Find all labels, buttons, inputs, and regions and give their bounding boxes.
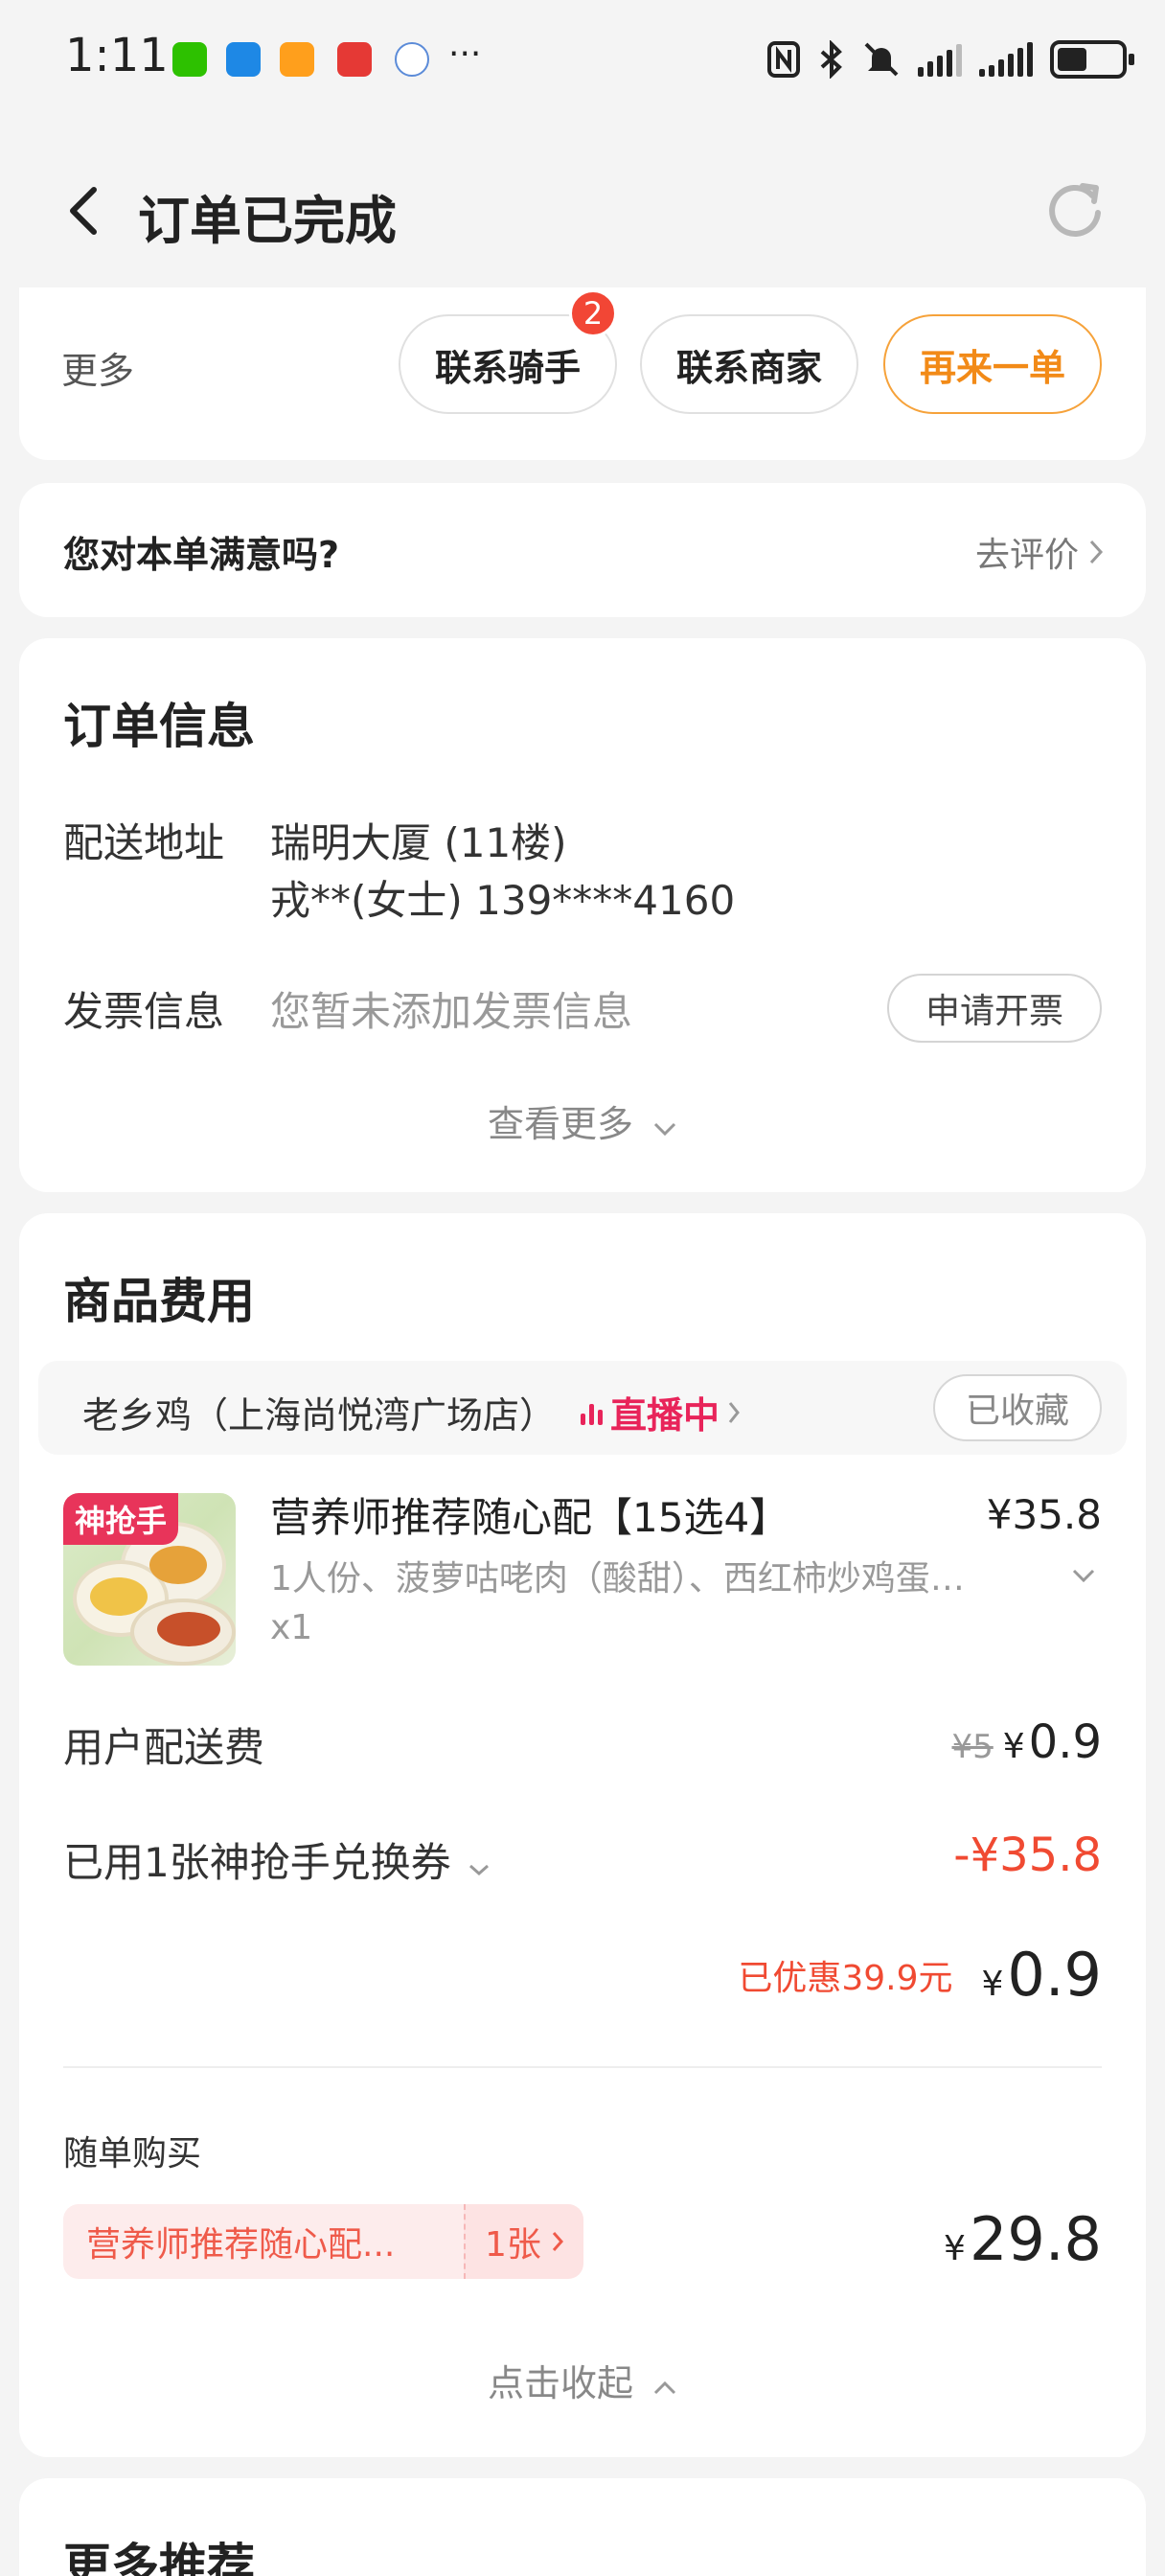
total-row: 已优惠39.9元 ¥0.9 <box>738 1940 1102 2010</box>
system-icons <box>766 36 1134 82</box>
addon-coupon-count: 1张 <box>485 2225 541 2265</box>
recommend-title: 更多推荐 <box>63 2539 255 2576</box>
addon-price-value: ¥29.8 <box>944 2204 1102 2274</box>
product-description: 1人份、菠萝咕咾肉（酸甜）、西红柿炒鸡蛋… <box>270 1559 965 1598</box>
address-line-1: 瑞明大厦 (11楼) <box>270 819 567 866</box>
order-info-card: 订单信息 配送地址 瑞明大厦 (11楼) 戎**(女士) 139****4160… <box>19 638 1146 1192</box>
store-name: 老乡鸡（上海尚悦湾广场店） <box>82 1394 557 1437</box>
chevron-down-icon <box>653 1122 676 1137</box>
currency-symbol: ¥ <box>944 2229 966 2268</box>
more-notifications-icon: ··· <box>448 34 482 74</box>
back-arrow-icon[interactable] <box>59 182 113 240</box>
food-shape <box>157 1612 220 1646</box>
more-label[interactable]: 更多 <box>61 341 134 394</box>
delivery-fee-amount: 0.9 <box>1028 1715 1102 1769</box>
satisfaction-card: 您对本单满意吗? 去评价 <box>19 483 1146 617</box>
invoice-label: 发票信息 <box>63 988 225 1035</box>
favorite-label: 已收藏 <box>965 1392 1069 1431</box>
coupon-label-row[interactable]: 已用1张神抢手兑换券 <box>63 1830 491 1889</box>
contact-merchant-button[interactable]: 联系商家 <box>640 314 858 414</box>
view-more-label: 查看更多 <box>487 1103 633 1145</box>
refresh-icon[interactable] <box>1044 178 1106 240</box>
order-info-title: 订单信息 <box>63 699 255 754</box>
food-shape <box>90 1577 148 1616</box>
bluetooth-icon <box>820 40 842 79</box>
delivery-fee-original: ¥5 <box>951 1728 994 1766</box>
status-bar: 1:11 ··· <box>0 0 1165 115</box>
apply-invoice-label: 申请开票 <box>925 992 1063 1031</box>
delivery-fee-label: 用户配送费 <box>63 1724 265 1771</box>
signal-2-icon <box>979 42 1033 77</box>
app-cluster-icon <box>395 42 429 77</box>
mute-icon <box>864 42 899 77</box>
contact-rider-label: 联系骑手 <box>434 346 581 389</box>
live-bars-icon <box>581 1400 603 1425</box>
delivery-fee-value: ¥0.9 <box>1003 1715 1102 1769</box>
rider-message-badge: 2 <box>569 289 617 337</box>
product-tag: 神抢手 <box>63 1493 178 1545</box>
collapse-link[interactable]: 点击收起 <box>19 2354 1146 2406</box>
chevron-right-icon <box>728 1401 740 1423</box>
product-price: ¥35.8 <box>986 1491 1102 1538</box>
battery-icon <box>1050 40 1134 79</box>
addon-price-amount: 29.8 <box>969 2204 1102 2274</box>
addon-price: ¥29.8 <box>944 2204 1102 2274</box>
app-red-icon <box>337 42 372 77</box>
addon-coupon-count-box: 1张 <box>464 2204 583 2279</box>
page-title: 订单已完成 <box>138 191 397 251</box>
rate-link-label: 去评价 <box>974 536 1079 575</box>
coupon-value: -¥35.8 <box>953 1828 1102 1882</box>
signal-icon <box>918 42 962 77</box>
coupon-amount: -¥35.8 <box>953 1828 1102 1882</box>
action-card: 更多 联系骑手 2 联系商家 再来一单 <box>19 288 1146 460</box>
chevron-right-icon <box>552 2232 563 2251</box>
delivery-fee: ¥5 ¥0.9 <box>951 1715 1102 1769</box>
address-label: 配送地址 <box>63 819 225 866</box>
divider <box>63 2066 1102 2068</box>
chevron-down-icon <box>469 1864 490 1876</box>
product-name[interactable]: 营养师推荐随心配【15选4】 <box>270 1485 789 1544</box>
invoice-value: 您暂未添加发票信息 <box>270 988 633 1035</box>
satisfaction-question: 您对本单满意吗? <box>63 534 340 576</box>
food-shape <box>149 1546 207 1584</box>
address-line-2: 戎**(女士) 139****4160 <box>270 877 736 924</box>
addon-label: 随单购买 <box>63 2134 202 2174</box>
wechat-icon <box>172 42 207 77</box>
app-blue-icon <box>226 42 261 77</box>
status-time: 1:11 <box>65 29 169 82</box>
addon-coupon-name: 营养师推荐随心配... <box>63 2204 464 2279</box>
goods-title: 商品费用 <box>63 1274 255 1329</box>
nfc-icon <box>767 41 800 78</box>
reorder-label: 再来一单 <box>919 346 1065 389</box>
live-indicator[interactable]: 直播中 <box>581 1386 741 1438</box>
recommend-card: 更多推荐 <box>19 2478 1146 2576</box>
collapse-label: 点击收起 <box>487 2362 633 2404</box>
coupon-label: 已用1张神抢手兑换券 <box>63 1839 451 1886</box>
store-bar[interactable]: 老乡鸡（上海尚悦湾广场店） 直播中 已收藏 <box>38 1361 1127 1455</box>
favorite-button[interactable]: 已收藏 <box>933 1374 1102 1441</box>
currency-symbol: ¥ <box>1002 1727 1025 1766</box>
app-orange-icon <box>280 42 314 77</box>
reorder-button[interactable]: 再来一单 <box>883 314 1102 414</box>
saved-text: 已优惠39.9元 <box>738 1958 953 1998</box>
product-quantity: x1 <box>270 1608 313 1647</box>
contact-merchant-label: 联系商家 <box>675 346 822 389</box>
addon-coupon[interactable]: 营养师推荐随心配... 1张 <box>63 2204 583 2279</box>
header: 订单已完成 <box>0 163 1165 259</box>
chevron-down-icon[interactable] <box>1071 1568 1096 1583</box>
currency-symbol: ¥ <box>981 1965 1004 2004</box>
view-more-link[interactable]: 查看更多 <box>19 1094 1146 1147</box>
product-image[interactable]: 神抢手 <box>63 1493 236 1666</box>
total-price: ¥0.9 <box>981 1940 1102 2010</box>
chevron-up-icon <box>653 2380 676 2395</box>
rate-link[interactable]: 去评价 <box>975 527 1104 577</box>
chevron-right-icon <box>1089 540 1104 564</box>
live-label: 直播中 <box>610 1394 720 1437</box>
apply-invoice-button[interactable]: 申请开票 <box>887 974 1102 1043</box>
total-amount: 0.9 <box>1007 1940 1102 2010</box>
